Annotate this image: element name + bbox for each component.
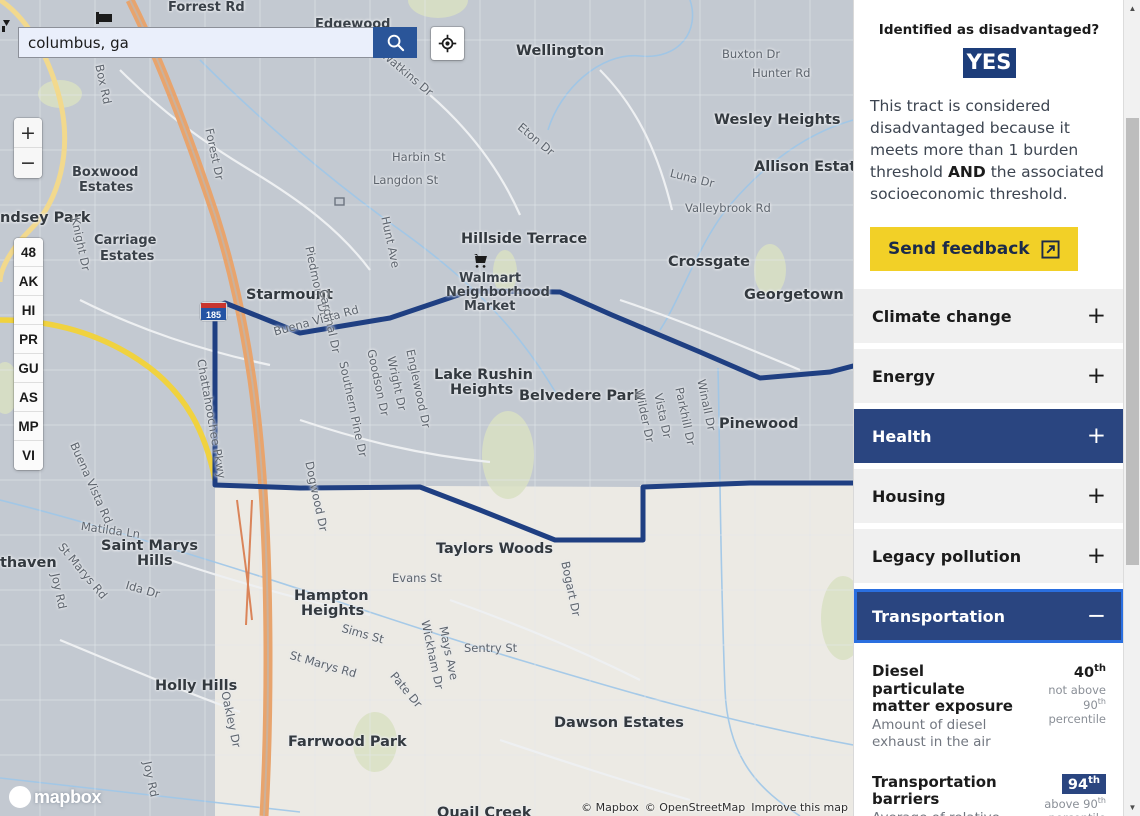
indicator-value: 40th not above 90th percentile [1028, 663, 1106, 726]
indicator-description: Average of relative cost and time spent … [872, 810, 1020, 816]
svg-text:185: 185 [206, 310, 221, 320]
accordion-legacy-pollution[interactable]: Legacy pollution + [854, 529, 1124, 583]
indicator-note: above 90th percentile [1028, 796, 1106, 816]
percentile-number: 40 [1073, 664, 1095, 681]
highway-shield-185: 185 [199, 301, 228, 322]
map-zoom-controls[interactable]: + − [14, 118, 42, 178]
accordion-label: Health [872, 426, 932, 446]
territory-button-pr[interactable]: PR [14, 325, 43, 354]
search-button[interactable] [373, 27, 417, 58]
geolocate-button[interactable] [431, 27, 464, 60]
identified-title: Identified as disadvantaged? [878, 22, 1100, 38]
accordion-label: Climate change [872, 306, 1012, 326]
disadvantaged-description: This tract is considered disadvantaged b… [854, 95, 1124, 205]
indicator-percentile: 40th [1028, 663, 1106, 681]
accordion-label: Energy [872, 366, 935, 386]
indicator-info: Transportation barriersAverage of relati… [872, 772, 1020, 816]
plus-icon: + [1086, 302, 1106, 329]
indicator-name: Transportation barriers [872, 772, 997, 809]
mapbox-mark-icon [9, 786, 31, 808]
scrollbar-thumb[interactable] [1126, 118, 1139, 565]
territory-button-mp[interactable]: MP [14, 412, 43, 441]
indicator-list: Diesel particulate matter exposure Amount… [854, 649, 1124, 816]
indicator-value: 94thabove 90th percentile [1028, 773, 1106, 816]
plus-icon: + [1086, 422, 1106, 449]
note-tail: percentile [1048, 811, 1106, 816]
note-tail: percentile [1048, 711, 1106, 726]
accordion-label: Legacy pollution [872, 546, 1022, 566]
accordion-climate-change[interactable]: Climate change + [854, 289, 1124, 343]
scroll-up-arrow[interactable]: ▲ [1124, 0, 1140, 17]
note-suffix: th [1097, 796, 1106, 806]
accordion-label: Housing [872, 486, 946, 506]
mapbox-wordmark: mapbox [34, 786, 102, 807]
map-attribution[interactable]: © Mapbox © OpenStreetMap Improve this ma… [581, 801, 848, 814]
accordion-transportation[interactable]: Transportation − [854, 589, 1124, 643]
accordion-label: Transportation [872, 606, 1006, 626]
mapbox-logo[interactable]: mapbox [9, 786, 102, 808]
plus-icon: + [1086, 362, 1106, 389]
territory-selector[interactable]: 48 AK HI PR GU AS MP VI [14, 238, 43, 470]
map-canvas[interactable]: 185 Forrest Rd Edgewood Wellington Buxton D… [0, 0, 853, 816]
search-bar[interactable] [18, 27, 417, 58]
plus-icon: + [1086, 542, 1106, 569]
scroll-down-arrow[interactable]: ▼ [1124, 799, 1140, 816]
percentile-suffix: th [1088, 774, 1100, 786]
accordion-housing[interactable]: Housing + [854, 469, 1124, 523]
indicator-percentile: 94th [1061, 773, 1106, 795]
send-feedback-label: Send feedback [888, 239, 1030, 259]
disadvantaged-status-badge: YES [962, 48, 1016, 78]
attribution-osm[interactable]: © OpenStreetMap [645, 801, 746, 814]
accordion-health[interactable]: Health + [854, 409, 1124, 463]
map-vector-layer: 185 [0, 0, 853, 816]
percentile-suffix: th [1094, 663, 1106, 674]
percentile-number: 94 [1067, 776, 1089, 793]
send-feedback-button[interactable]: Send feedback [870, 227, 1078, 271]
zoom-in-button[interactable]: + [14, 118, 42, 148]
territory-button-48[interactable]: 48 [14, 238, 43, 267]
attribution-improve-map[interactable]: Improve this map [751, 801, 848, 814]
plus-icon: + [1086, 482, 1106, 509]
accordion-energy[interactable]: Energy + [854, 349, 1124, 403]
note-suffix: th [1097, 696, 1106, 706]
indicator-row: Transportation barriersAverage of relati… [872, 772, 1106, 816]
search-icon [387, 34, 404, 52]
territory-button-gu[interactable]: GU [14, 354, 43, 383]
territory-button-ak[interactable]: AK [14, 267, 43, 296]
description-emphasis: AND [947, 163, 986, 181]
territory-button-hi[interactable]: HI [14, 296, 43, 325]
panel-scroll-area[interactable]: Identified as disadvantaged? YES This tr… [854, 0, 1124, 816]
category-accordion[interactable]: Climate change + Energy + Health + Housing + Leg… [854, 289, 1124, 643]
minus-icon: − [1086, 602, 1106, 629]
indicator-note: not above 90th percentile [1028, 683, 1106, 726]
app-root: 185 Forrest Rd Edgewood Wellington Buxton D… [0, 0, 1140, 816]
territory-button-vi[interactable]: VI [14, 441, 43, 470]
indicator-description: Amount of diesel exhaust in the air [872, 717, 991, 751]
indicator-name: Diesel particulate matter exposure [872, 662, 1013, 716]
indicator-row: Diesel particulate matter exposure Amount… [872, 662, 1106, 752]
panel-scrollbar[interactable]: ▲ ▼ [1123, 0, 1140, 816]
indicator-info: Diesel particulate matter exposure Amount… [872, 662, 1020, 752]
tract-info-panel: Identified as disadvantaged? YES This tr… [853, 0, 1140, 816]
external-link-icon [1041, 239, 1060, 259]
search-input[interactable] [18, 27, 373, 58]
note-text: above 90 [1044, 797, 1098, 812]
geolocate-icon [438, 34, 457, 53]
territory-button-as[interactable]: AS [14, 383, 43, 412]
zoom-out-button[interactable]: − [14, 148, 42, 178]
attribution-mapbox[interactable]: © Mapbox [581, 801, 639, 814]
